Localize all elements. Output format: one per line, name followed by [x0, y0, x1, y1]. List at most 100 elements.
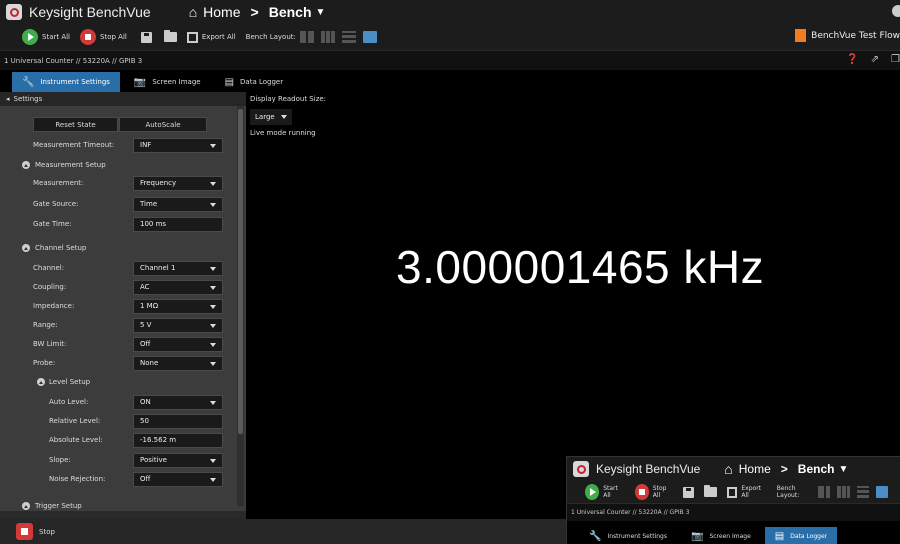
horizontal-scrollbar[interactable] — [0, 511, 246, 519]
impedance-label: Impedance: — [33, 302, 75, 310]
play-icon — [22, 29, 38, 45]
layout-grid-icon[interactable] — [299, 31, 314, 43]
measurement-select[interactable]: Frequency — [133, 175, 223, 191]
layout-rows-icon[interactable] — [856, 486, 869, 498]
home-icon[interactable]: ⌂ — [724, 461, 732, 477]
save-button[interactable] — [683, 486, 695, 498]
open-button[interactable] — [704, 485, 718, 497]
breadcrumb-separator: > — [250, 4, 259, 20]
settings-header[interactable]: ◂ Settings — [0, 92, 246, 106]
reset-state-button[interactable]: Reset State — [33, 117, 118, 132]
breadcrumb-bench[interactable]: Bench — [798, 462, 835, 476]
live-status: Live mode running — [250, 129, 316, 137]
chevron-down-icon[interactable]: ▼ — [838, 464, 848, 475]
stop-all-button[interactable]: Stop All — [634, 484, 674, 500]
tab-data-logger[interactable]: ▤ Data Logger — [764, 527, 838, 544]
auto-level-value: ON — [140, 398, 151, 406]
open-button[interactable] — [163, 30, 177, 42]
frequency-readout: 3.000001465 kHz — [396, 241, 765, 293]
stop-button[interactable] — [16, 523, 33, 540]
probe-select[interactable]: None — [133, 355, 223, 371]
level-setup-section[interactable]: Level Setup — [0, 375, 236, 389]
test-flow-button[interactable]: BenchVue Test Flow — [795, 29, 900, 42]
chevron-down-icon[interactable]: ▼ — [316, 7, 326, 18]
tab-instrument-settings[interactable]: 🔧 Instrument Settings — [579, 527, 677, 544]
camera-icon: 📷 — [133, 76, 147, 88]
coupling-row: Coupling: AC — [0, 279, 236, 295]
save-button[interactable] — [140, 31, 152, 43]
bw-limit-select[interactable]: Off — [133, 336, 223, 352]
relative-level-input[interactable]: 50 — [133, 413, 223, 429]
breadcrumb-separator: > — [780, 462, 788, 476]
impedance-row: Impedance: 1 MΩ — [0, 298, 236, 314]
breadcrumb: ⌂ Home > Bench ▼ — [189, 4, 326, 20]
readout-size-select[interactable]: Large — [250, 109, 292, 125]
scrollbar-thumb[interactable] — [238, 109, 243, 434]
chevron-down-icon — [210, 477, 216, 482]
auto-level-select[interactable]: ON — [133, 394, 223, 410]
tab-screen-image[interactable]: 📷 Screen Image — [681, 527, 761, 544]
noise-rejection-select[interactable]: Off — [133, 471, 223, 487]
slope-select[interactable]: Positive — [133, 452, 223, 468]
tab-instrument-settings[interactable]: 🔧 Instrument Settings — [12, 72, 120, 92]
channel-setup-label: Channel Setup — [35, 244, 87, 252]
channel-setup-section[interactable]: Channel Setup — [0, 241, 236, 255]
channel-value: Channel 1 — [140, 264, 176, 272]
range-select[interactable]: 5 V — [133, 317, 223, 333]
tab-data-logger[interactable]: ▤ Data Logger — [215, 72, 294, 92]
layout-single-icon[interactable] — [875, 486, 889, 498]
breadcrumb-home[interactable]: Home — [203, 4, 240, 20]
start-all-button[interactable]: Start All — [22, 29, 70, 45]
tab-screen-image[interactable]: 📷 Screen Image — [124, 72, 211, 92]
absolute-level-input[interactable]: -16.562 m — [133, 432, 223, 448]
absolute-level-label: Absolute Level: — [49, 436, 103, 444]
readout-size-label: Display Readout Size: — [250, 95, 327, 103]
measurement-timeout-select[interactable]: INF — [133, 137, 223, 153]
export-all-button[interactable]: Export All — [186, 31, 236, 43]
breadcrumb-home[interactable]: Home — [739, 462, 771, 476]
stop-all-label: Stop All — [100, 33, 127, 41]
settings-scrollbar[interactable] — [237, 106, 244, 506]
start-all-label: Start All — [603, 485, 618, 499]
bw-limit-value: Off — [140, 340, 151, 348]
range-label: Range: — [33, 321, 58, 329]
popout-icon[interactable]: ⇗ — [871, 54, 879, 65]
coupling-select[interactable]: AC — [133, 279, 223, 295]
channel-select[interactable]: Channel 1 — [133, 260, 223, 276]
gate-time-input[interactable]: 100 ms — [133, 216, 223, 232]
layout-columns-icon[interactable] — [837, 486, 850, 498]
stop-all-button[interactable]: Stop All — [80, 29, 127, 45]
instrument-header-label: 1 Universal Counter // 53220A // GPIB 3 — [571, 509, 690, 516]
coupling-label: Coupling: — [33, 283, 67, 291]
autoscale-button[interactable]: AutoScale — [119, 117, 207, 132]
impedance-select[interactable]: 1 MΩ — [133, 298, 223, 314]
export-icon — [186, 31, 198, 43]
export-all-button[interactable]: Export All — [727, 485, 767, 499]
layout-columns-icon[interactable] — [320, 31, 335, 43]
layout-single-icon[interactable] — [362, 31, 377, 43]
instrument-header-label: 1 Universal Counter // 53220A // GPIB 3 — [4, 56, 143, 65]
help-icon[interactable]: ❓ — [846, 54, 858, 65]
slope-value: Positive — [140, 456, 167, 464]
stop-icon — [634, 484, 649, 500]
breadcrumb-bench[interactable]: Bench — [269, 4, 312, 20]
collapse-icon — [22, 244, 30, 252]
layout-rows-icon[interactable] — [341, 31, 356, 43]
chevron-down-icon — [210, 323, 216, 328]
restore-icon[interactable]: ❐ — [891, 54, 900, 65]
measurement-timeout-value: INF — [140, 141, 152, 149]
chevron-down-icon — [210, 266, 216, 271]
export-all-label: Export All — [201, 33, 236, 41]
gate-source-select[interactable]: Time — [133, 196, 223, 212]
secondary-instrument-header: 1 Universal Counter // 53220A // GPIB 3 — [567, 503, 900, 521]
home-icon[interactable]: ⌂ — [189, 4, 197, 20]
measurement-timeout-row: Measurement Timeout: INF — [0, 137, 236, 153]
measurement-label: Measurement: — [33, 179, 84, 187]
layout-grid-icon[interactable] — [818, 486, 831, 498]
start-all-button[interactable]: Start All — [585, 484, 625, 500]
help-icon[interactable] — [892, 5, 900, 17]
measurement-setup-section[interactable]: Measurement Setup — [0, 158, 236, 172]
tab-label: Screen Image — [152, 78, 201, 86]
probe-label: Probe: — [33, 359, 56, 367]
channel-row: Channel: Channel 1 — [0, 260, 236, 276]
